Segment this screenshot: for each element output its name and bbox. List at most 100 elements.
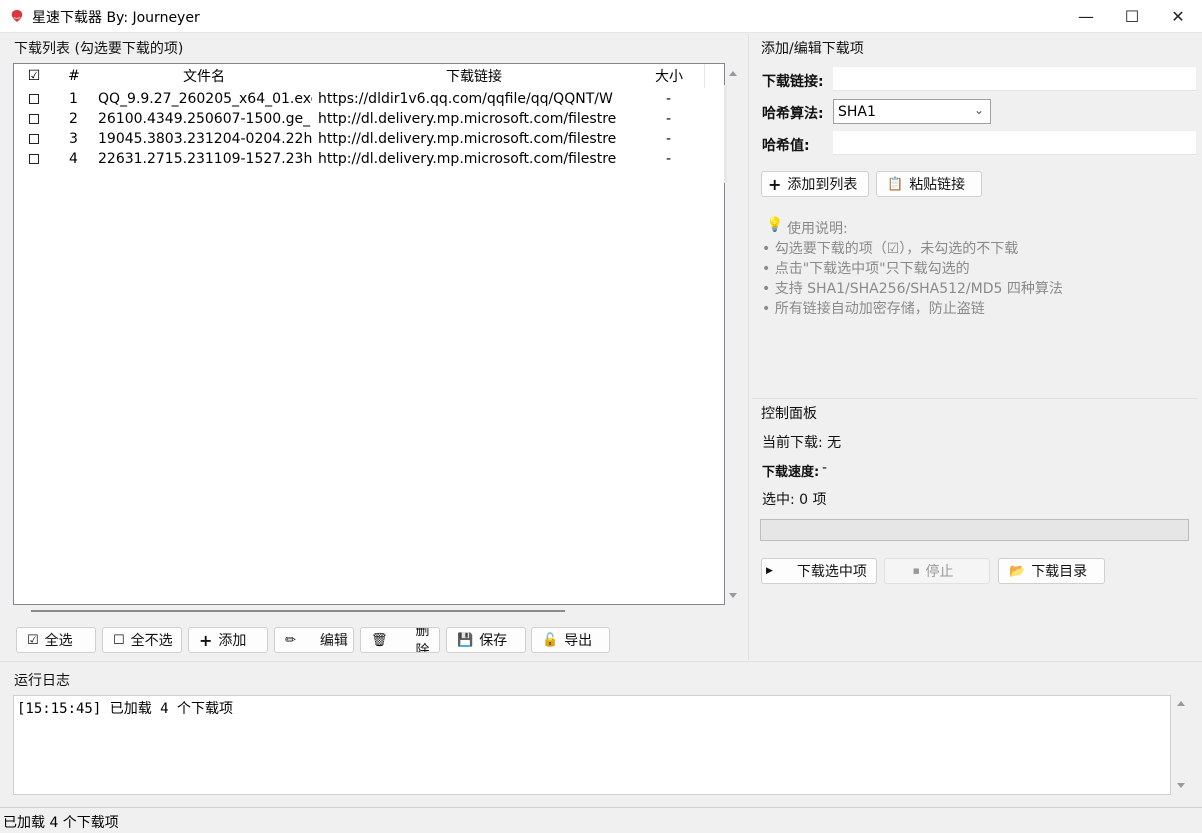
export-button[interactable]: 🔓 导出 bbox=[531, 627, 610, 653]
editor-group-label: 添加/编辑下载项 bbox=[761, 41, 864, 57]
row-index: 3 bbox=[69, 131, 78, 147]
list-vertical-scrollbar[interactable] bbox=[724, 63, 741, 603]
hash-algo-select[interactable]: SHA1 ⌄ bbox=[833, 99, 991, 124]
usage-line: • 所有链接自动加密存储，防止盗链 bbox=[762, 301, 985, 317]
speed-value: - bbox=[822, 460, 828, 476]
row-filename: 26100.4349.250607-1500.ge_ bbox=[98, 111, 311, 127]
download-list-label: 下载列表 (勾选要下载的项) bbox=[14, 41, 184, 57]
row-checkbox[interactable] bbox=[29, 154, 39, 164]
current-download: 当前下载: 无 bbox=[762, 435, 842, 451]
column-header-check[interactable]: ☑ bbox=[14, 64, 55, 88]
unlock-icon: 🔓 bbox=[542, 632, 559, 648]
stop-button[interactable]: ⏹ 停止 bbox=[884, 558, 990, 584]
add-to-list-button[interactable]: + 添加到列表 bbox=[761, 171, 869, 197]
row-filename: QQ_9.9.27_260205_x64_01.exe bbox=[98, 91, 312, 107]
row-filename: 19045.3803.231204-0204.22h bbox=[98, 131, 312, 147]
row-size: - bbox=[666, 131, 672, 147]
row-url: http://dl.delivery.mp.microsoft.com/file… bbox=[318, 111, 617, 127]
select-none-button[interactable]: ☐ 全不选 bbox=[102, 627, 182, 653]
column-header-index[interactable]: # bbox=[54, 64, 95, 88]
paste-link-button[interactable]: 📋 粘贴链接 bbox=[876, 171, 982, 197]
column-header-filename[interactable]: 文件名 bbox=[94, 64, 315, 88]
column-header-size[interactable]: 大小 bbox=[634, 64, 705, 88]
log-group-label: 运行日志 bbox=[14, 673, 70, 689]
pencil-icon: ✏ bbox=[285, 632, 296, 648]
list-horizontal-scrollbar[interactable] bbox=[31, 610, 565, 612]
row-index: 4 bbox=[69, 151, 78, 167]
usage-title: 使用说明: bbox=[787, 221, 848, 237]
log-vertical-scrollbar[interactable] bbox=[1172, 695, 1189, 795]
section-divider bbox=[752, 398, 1198, 399]
url-label: 下载链接: bbox=[762, 74, 824, 90]
scroll-up-icon[interactable] bbox=[729, 71, 737, 76]
scroll-thumb[interactable] bbox=[724, 85, 727, 183]
selected-count: 选中: 0 项 bbox=[762, 492, 827, 508]
maximize-icon: ☐ bbox=[1124, 6, 1140, 26]
row-checkbox[interactable] bbox=[29, 94, 39, 104]
row-filename: 22631.2715.231109-1527.23h bbox=[98, 151, 312, 167]
trash-icon: 🗑 bbox=[371, 632, 388, 648]
download-selected-button[interactable]: ▶ 下载选中项 bbox=[761, 558, 877, 584]
checkbox-empty-icon: ☐ bbox=[113, 632, 125, 648]
delete-button[interactable]: 🗑 删除 bbox=[360, 627, 440, 653]
close-icon: ✕ bbox=[1171, 6, 1185, 26]
row-url: https://dldir1v6.qq.com/qqfile/qq/QQNT/W bbox=[318, 91, 613, 107]
plus-icon: + bbox=[768, 174, 782, 194]
table-row[interactable]: 1 QQ_9.9.27_260205_x64_01.exe https://dl… bbox=[14, 89, 724, 109]
select-all-button[interactable]: ☑ 全选 bbox=[16, 627, 96, 653]
close-button[interactable]: ✕ bbox=[1155, 0, 1201, 32]
row-url: http://dl.delivery.mp.microsoft.com/file… bbox=[318, 131, 617, 147]
download-dir-button[interactable]: 📂 下载目录 bbox=[998, 558, 1105, 584]
pane-divider bbox=[748, 34, 749, 660]
download-progress-bar bbox=[760, 519, 1189, 541]
app-logo-icon bbox=[11, 10, 23, 22]
row-url: http://dl.delivery.mp.microsoft.com/file… bbox=[318, 151, 617, 167]
save-button[interactable]: 💾 保存 bbox=[446, 627, 526, 653]
row-checkbox[interactable] bbox=[29, 114, 39, 124]
window-title: 星速下载器 By: Journeyer bbox=[32, 10, 200, 26]
column-header-url[interactable]: 下载链接 bbox=[314, 64, 635, 88]
download-list[interactable]: ☑ # 文件名 下载链接 大小 1 QQ_9.9.27_260205_x64_0… bbox=[13, 63, 725, 605]
log-textbox[interactable]: [15:15:45] 已加载 4 个下载项 bbox=[13, 695, 1171, 795]
hash-algo-label: 哈希算法: bbox=[762, 106, 824, 122]
usage-line: • 点击"下载选中项"只下载勾选的 bbox=[762, 261, 970, 277]
lightbulb-icon: 💡 bbox=[766, 217, 784, 233]
title-bar: 星速下载器 By: Journeyer — ☐ ✕ bbox=[0, 0, 1202, 33]
row-size: - bbox=[666, 151, 672, 167]
usage-line: • 勾选要下载的项（☑），未勾选的不下载 bbox=[762, 241, 1019, 257]
add-button[interactable]: + 添加 bbox=[188, 627, 268, 653]
status-bar: 已加载 4 个下载项 bbox=[0, 807, 1202, 833]
table-row[interactable]: 3 19045.3803.231204-0204.22h http://dl.d… bbox=[14, 129, 724, 149]
maximize-button[interactable]: ☐ bbox=[1109, 0, 1155, 32]
row-size: - bbox=[666, 111, 672, 127]
usage-line: • 支持 SHA1/SHA256/SHA512/MD5 四种算法 bbox=[762, 281, 1063, 297]
hash-value-input[interactable] bbox=[833, 131, 1196, 155]
checkbox-checked-icon: ☑ bbox=[27, 632, 39, 648]
status-text: 已加载 4 个下载项 bbox=[3, 815, 119, 831]
stop-icon: ⏹ bbox=[913, 563, 920, 579]
chevron-down-icon: ⌄ bbox=[973, 103, 984, 117]
scroll-down-icon[interactable] bbox=[729, 593, 737, 598]
table-row[interactable]: 2 26100.4349.250607-1500.ge_ http://dl.d… bbox=[14, 109, 724, 129]
scroll-down-icon[interactable] bbox=[1177, 783, 1185, 788]
url-input[interactable] bbox=[833, 67, 1196, 91]
minimize-icon: — bbox=[1078, 6, 1094, 26]
log-line: [15:15:45] 已加载 4 个下载项 bbox=[17, 701, 234, 717]
play-icon: ▶ bbox=[766, 566, 773, 576]
folder-icon: 📂 bbox=[1009, 563, 1026, 579]
edit-button[interactable]: ✏ 编辑 bbox=[274, 627, 354, 653]
row-size: - bbox=[666, 91, 672, 107]
table-row[interactable]: 4 22631.2715.231109-1527.23h http://dl.d… bbox=[14, 149, 724, 169]
scroll-up-icon[interactable] bbox=[1177, 701, 1185, 706]
row-index: 2 bbox=[69, 111, 78, 127]
control-panel-label: 控制面板 bbox=[761, 406, 817, 422]
row-index: 1 bbox=[69, 91, 78, 107]
plus-icon: + bbox=[199, 630, 213, 650]
speed-label: 下载速度: bbox=[762, 465, 820, 480]
row-checkbox[interactable] bbox=[29, 134, 39, 144]
hash-value-label: 哈希值: bbox=[762, 138, 810, 154]
floppy-disk-icon: 💾 bbox=[457, 632, 474, 648]
log-divider bbox=[0, 661, 1202, 662]
clipboard-icon: 📋 bbox=[887, 176, 904, 192]
minimize-button[interactable]: — bbox=[1063, 0, 1109, 32]
